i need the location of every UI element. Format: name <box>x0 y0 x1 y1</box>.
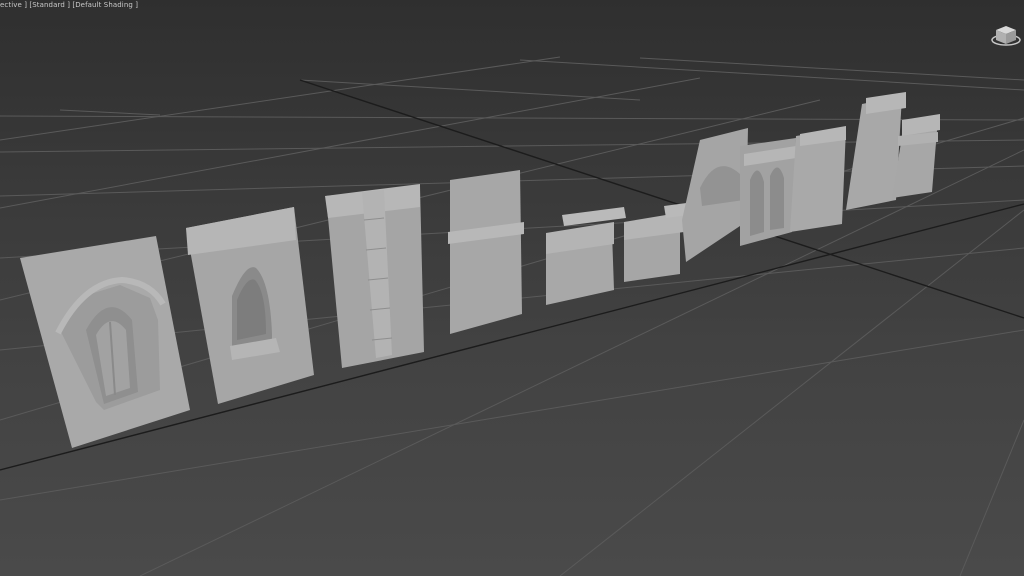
viewport-label-shading[interactable]: [Default Shading ] <box>72 1 138 9</box>
wall-panel-pillar[interactable] <box>325 184 424 368</box>
wall-panel-tall-a[interactable] <box>790 126 846 232</box>
wall-panel-twin-lancet[interactable] <box>740 138 796 246</box>
wall-panel-arched-window[interactable] <box>20 236 190 448</box>
viewport-label-view[interactable]: ective ] <box>0 1 27 9</box>
viewport-label-standard[interactable]: [Standard ] <box>29 1 70 9</box>
viewcube-graphic <box>991 26 1021 46</box>
wall-panel-pointed-window[interactable] <box>186 207 314 404</box>
wall-panel-short-moulding[interactable] <box>546 207 626 305</box>
viewport-label: ective ] [Standard ] [Default Shading ] <box>0 0 138 10</box>
viewcube-icon[interactable] <box>984 10 1024 50</box>
scene <box>0 56 1024 576</box>
wall-panel-plain[interactable] <box>448 170 524 334</box>
perspective-viewport[interactable]: ective ] [Standard ] [Default Shading ] <box>0 0 1024 576</box>
wall-panel-arch-opening[interactable] <box>682 128 748 262</box>
